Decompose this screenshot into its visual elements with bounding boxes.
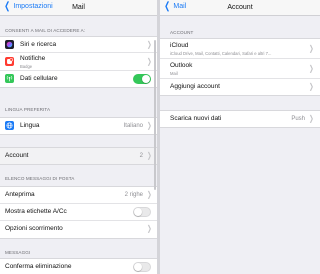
- chevron-right-icon: ❯: [309, 114, 314, 123]
- notifications-sub: Badge: [20, 63, 33, 69]
- cellular-row: Dati cellulare: [0, 71, 157, 87]
- show-cc-toggle[interactable]: [133, 207, 151, 217]
- fetch-group: Scarica nuovi dati Push ❯: [160, 110, 320, 128]
- chevron-right-icon: ❯: [147, 151, 152, 160]
- messages-group: Conferma eliminazione: [0, 258, 157, 274]
- language-value: Italiano: [123, 123, 143, 129]
- add-account-label: Aggiungi account: [170, 83, 220, 90]
- fetch-new-data-label: Scarica nuovi dati: [170, 115, 222, 122]
- chevron-right-icon: ❯: [147, 40, 152, 49]
- icloud-label: iCloud: [170, 42, 189, 49]
- fetch-new-data-value: Push: [291, 116, 305, 122]
- chevron-right-icon: ❯: [147, 57, 152, 66]
- page-title: Mail: [72, 4, 85, 11]
- account-group: Account 2 ❯: [0, 147, 157, 165]
- cellular-antenna-icon: [5, 74, 14, 83]
- show-cc-label: Mostra etichette A/Cc: [5, 208, 67, 215]
- siri-label: Siri e ricerca: [20, 41, 57, 48]
- confirm-delete-toggle[interactable]: [133, 262, 151, 272]
- preview-label: Anteprima: [5, 191, 35, 198]
- outlook-label: Outlook: [170, 62, 193, 69]
- outlook-sub: Mail: [170, 70, 178, 76]
- section-header-account: ACCOUNT: [170, 30, 194, 35]
- chevron-right-icon: ❯: [147, 224, 152, 233]
- toggle-knob: [134, 208, 142, 216]
- language-group: Lingua Italiano ❯: [0, 117, 157, 135]
- icloud-row[interactable]: iCloud iCloud Drive, Mail, Contatti, Cal…: [160, 39, 320, 59]
- preview-value: 2 righe: [124, 192, 143, 198]
- chevron-right-icon: ❯: [309, 44, 314, 53]
- toggle-knob: [134, 263, 142, 271]
- toggle-knob: [142, 75, 150, 83]
- siri-icon: [5, 40, 14, 49]
- chevron-right-icon: ❯: [147, 190, 152, 199]
- account-label: Account: [5, 152, 29, 159]
- account-row[interactable]: Account 2 ❯: [0, 148, 157, 164]
- section-header-message-list: ELENCO MESSAGGI DI POSTA: [5, 176, 75, 181]
- add-account-row[interactable]: Aggiungi account ❯: [160, 79, 320, 95]
- siri-row[interactable]: Siri e ricerca ❯: [0, 37, 157, 53]
- confirm-delete-label: Conferma eliminazione: [5, 263, 72, 270]
- account-count: 2: [139, 153, 143, 159]
- outlook-row[interactable]: Outlook Mail ❯: [160, 59, 320, 79]
- swipe-options-label: Opzioni scorrimento: [5, 225, 63, 232]
- page-title: Account: [227, 4, 253, 11]
- globe-icon: [5, 121, 14, 130]
- section-header-access: CONSENTI A MAIL DI ACCEDERE A:: [5, 28, 86, 33]
- fetch-new-data-row[interactable]: Scarica nuovi dati Push ❯: [160, 111, 320, 127]
- language-label: Lingua: [20, 122, 40, 129]
- chevron-right-icon: ❯: [147, 121, 152, 130]
- message-list-group: Anteprima 2 righe ❯ Mostra etichette A/C…: [0, 186, 157, 239]
- section-header-messages: MESSAGGI: [5, 250, 31, 255]
- account-navbar: ❮ Mail Account: [160, 0, 320, 16]
- show-cc-row: Mostra etichette A/Cc: [0, 204, 157, 221]
- account-pane: ❮ Mail Account ACCOUNT iCloud iCloud Dri…: [160, 0, 320, 274]
- cellular-label: Dati cellulare: [20, 75, 58, 82]
- swipe-options-row[interactable]: Opzioni scorrimento ❯: [0, 221, 157, 238]
- accounts-group: iCloud iCloud Drive, Mail, Contatti, Cal…: [160, 38, 320, 96]
- section-header-language: LINGUA PREFERITA: [5, 107, 51, 112]
- confirm-delete-row: Conferma eliminazione: [0, 259, 157, 274]
- cellular-toggle[interactable]: [133, 74, 151, 84]
- access-group: Siri e ricerca ❯ Notifiche Badge ❯ Dati …: [0, 36, 157, 88]
- language-row[interactable]: Lingua Italiano ❯: [0, 118, 157, 134]
- chevron-right-icon: ❯: [309, 82, 314, 91]
- chevron-right-icon: ❯: [309, 64, 314, 73]
- icloud-sub: iCloud Drive, Mail, Contatti, Calendari,…: [170, 50, 272, 56]
- notifications-label: Notifiche: [20, 55, 46, 62]
- mail-settings-pane: ❮ Impostazioni Mail CONSENTI A MAIL DI A…: [0, 0, 157, 274]
- notifications-row[interactable]: Notifiche Badge ❯: [0, 53, 157, 71]
- mail-navbar: ❮ Impostazioni Mail: [0, 0, 157, 16]
- scrollbar[interactable]: [154, 40, 156, 190]
- notifications-icon: [5, 57, 14, 66]
- preview-row[interactable]: Anteprima 2 righe ❯: [0, 187, 157, 204]
